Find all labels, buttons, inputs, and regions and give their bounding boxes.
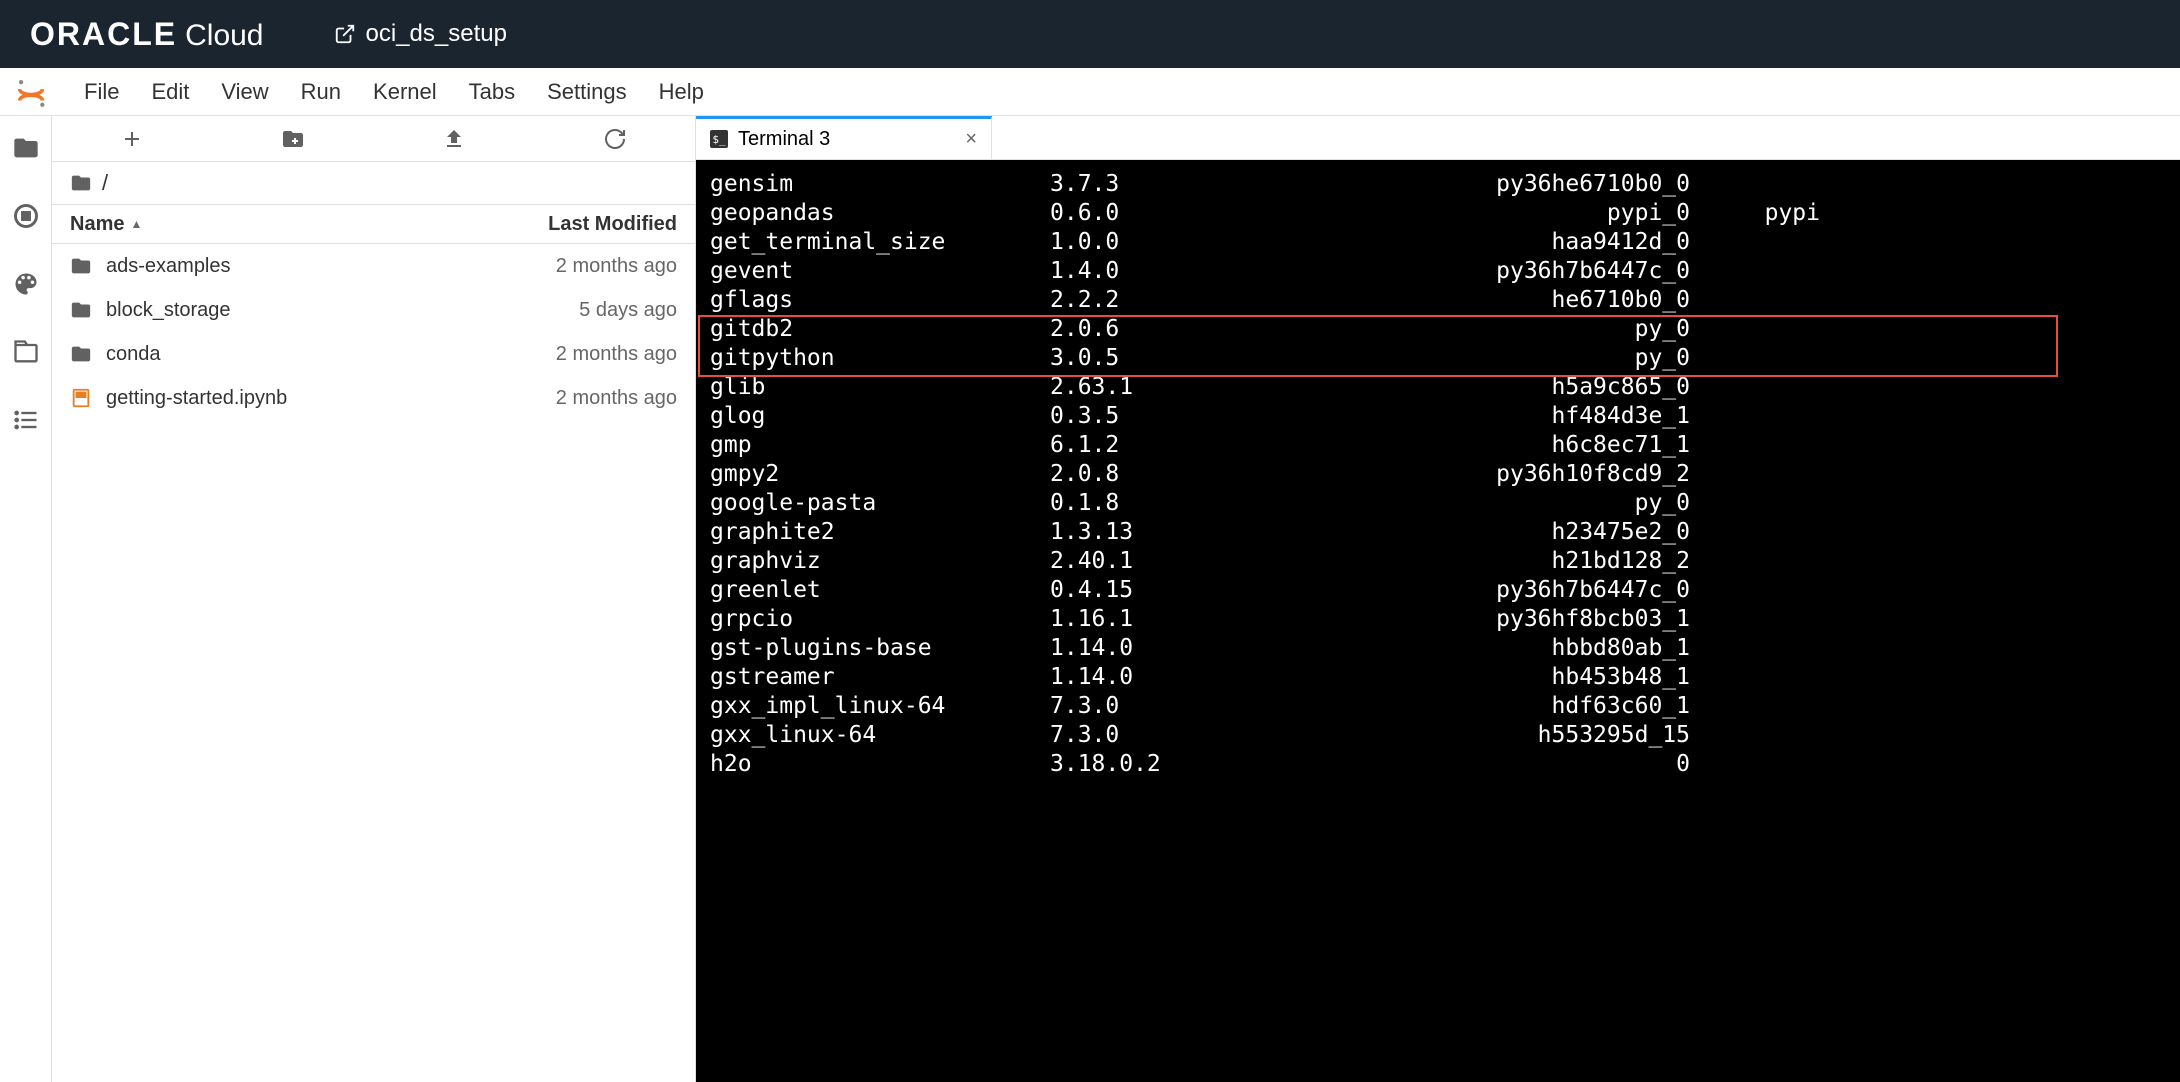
content-area: $_ Terminal 3 × gensim3.7.3py36he6710b0_… [696,116,2180,1082]
tabbar: $_ Terminal 3 × [696,116,2180,160]
workspace-link[interactable]: oci_ds_setup [334,20,507,48]
file-name: conda [106,343,457,366]
folder-icon[interactable] [12,134,40,162]
menu-item-kernel[interactable]: Kernel [357,75,453,109]
terminal-row: gitpython3.0.5py_0 [710,344,2180,373]
menu-item-edit[interactable]: Edit [135,75,205,109]
new-folder-icon[interactable] [281,127,305,151]
file-row[interactable]: ads-examples2 months ago [52,244,695,288]
terminal-row: gmp6.1.2h6c8ec71_1 [710,431,2180,460]
menu-item-run[interactable]: Run [285,75,357,109]
terminal-row: gst-plugins-base1.14.0hbbd80ab_1 [710,634,2180,663]
menu-item-view[interactable]: View [205,75,284,109]
folder-icon [70,255,92,277]
breadcrumb[interactable]: / [52,162,695,204]
terminal-row: geopandas0.6.0pypi_0pypi [710,199,2180,228]
terminal[interactable]: gensim3.7.3py36he6710b0_0geopandas0.6.0p… [696,160,2180,1082]
file-modified: 2 months ago [457,343,677,366]
menu-item-settings[interactable]: Settings [531,75,643,109]
terminal-row: gmpy22.0.8py36h10f8cd9_2 [710,460,2180,489]
folder-icon [70,343,92,365]
file-modified: 5 days ago [457,299,677,322]
sort-ascending-icon: ▲ [130,217,142,231]
menu-item-tabs[interactable]: Tabs [453,75,531,109]
file-toolbar [52,116,695,162]
brand: ORACLE Cloud [30,16,264,53]
external-link-icon [334,23,356,45]
brand-primary: ORACLE [30,16,177,53]
notebook-icon [70,387,92,409]
terminal-row: h2o3.18.0.20 [710,750,2180,779]
menubar: FileEditViewRunKernelTabsSettingsHelp [0,68,2180,116]
menu-item-file[interactable]: File [68,75,135,109]
tabs-icon[interactable] [12,338,40,366]
list-icon[interactable] [12,406,40,434]
file-list-header[interactable]: Name ▲ Last Modified [52,204,695,244]
header-name: Name [70,213,124,236]
refresh-icon[interactable] [603,127,627,151]
folder-icon [70,299,92,321]
file-row[interactable]: conda2 months ago [52,332,695,376]
terminal-row: gevent1.4.0py36h7b6447c_0 [710,257,2180,286]
jupyter-logo-icon [14,75,48,109]
terminal-row: glog0.3.5hf484d3e_1 [710,402,2180,431]
terminal-icon: $_ [710,130,728,148]
brand-secondary: Cloud [185,19,263,53]
close-icon[interactable]: × [965,128,977,151]
terminal-row: graphviz2.40.1h21bd128_2 [710,547,2180,576]
breadcrumb-path: / [102,170,108,196]
terminal-row: gflags2.2.2he6710b0_0 [710,286,2180,315]
header-modified: Last Modified [457,213,677,236]
folder-icon [70,172,92,194]
file-name: block_storage [106,299,457,322]
terminal-row: graphite21.3.13h23475e2_0 [710,518,2180,547]
terminal-row: glib2.63.1h5a9c865_0 [710,373,2180,402]
upload-icon[interactable] [442,127,466,151]
terminal-row: grpcio1.16.1py36hf8bcb03_1 [710,605,2180,634]
file-name: getting-started.ipynb [106,387,457,410]
file-row[interactable]: getting-started.ipynb2 months ago [52,376,695,420]
terminal-row: gitdb22.0.6py_0 [710,315,2180,344]
terminal-row: get_terminal_size1.0.0haa9412d_0 [710,228,2180,257]
terminal-row: gstreamer1.14.0hb453b48_1 [710,663,2180,692]
activity-bar [0,116,52,1082]
tab-title: Terminal 3 [738,128,955,151]
file-modified: 2 months ago [457,255,677,278]
menu-item-help[interactable]: Help [643,75,720,109]
running-icon[interactable] [12,202,40,230]
file-modified: 2 months ago [457,387,677,410]
terminal-row: greenlet0.4.15py36h7b6447c_0 [710,576,2180,605]
terminal-row: gensim3.7.3py36he6710b0_0 [710,170,2180,199]
palette-icon[interactable] [12,270,40,298]
workspace-name: oci_ds_setup [366,20,507,48]
oracle-cloud-banner: ORACLE Cloud oci_ds_setup [0,0,2180,68]
file-row[interactable]: block_storage5 days ago [52,288,695,332]
file-browser: / Name ▲ Last Modified ads-examples2 mon… [52,116,696,1082]
terminal-row: google-pasta0.1.8py_0 [710,489,2180,518]
terminal-row: gxx_linux-647.3.0h553295d_15 [710,721,2180,750]
terminal-row: gxx_impl_linux-647.3.0hdf63c60_1 [710,692,2180,721]
file-list: ads-examples2 months agoblock_storage5 d… [52,244,695,1082]
add-icon[interactable] [120,127,144,151]
tab-terminal[interactable]: $_ Terminal 3 × [696,116,992,159]
file-name: ads-examples [106,255,457,278]
